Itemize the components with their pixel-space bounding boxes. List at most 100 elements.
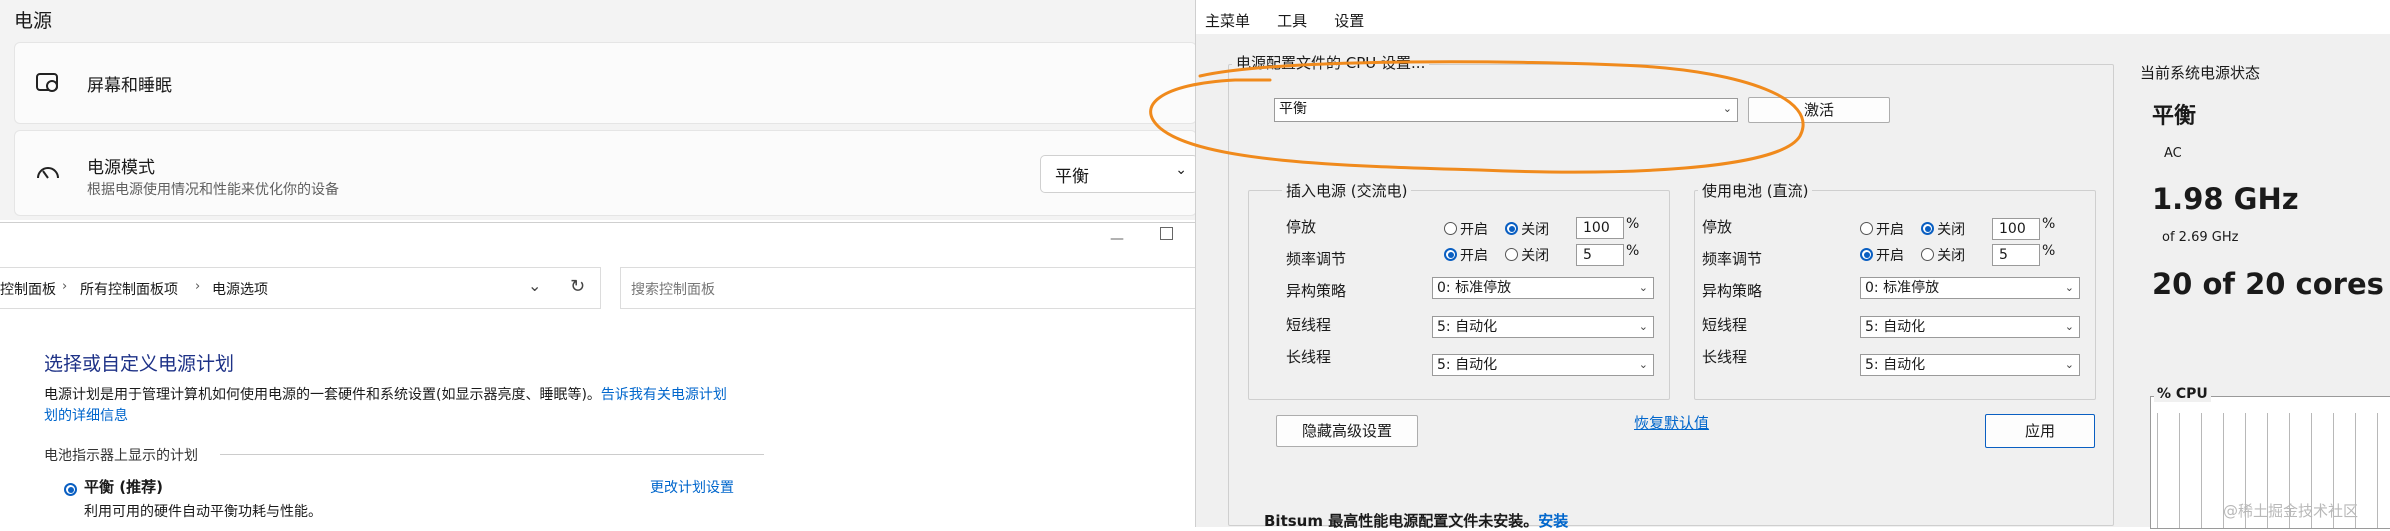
- ac-freq-unit: %: [1626, 243, 1640, 259]
- ac-short-select[interactable]: 5: 自动化 ⌄: [1432, 316, 1654, 338]
- status-title: 当前系统电源状态: [2140, 64, 2261, 82]
- search-placeholder: 搜索控制面板: [631, 282, 715, 298]
- ac-park-on-radio[interactable]: [1444, 222, 1457, 235]
- learn-more-link-continued[interactable]: 划的详细信息: [44, 408, 128, 424]
- status-frequency-max: of 2.69 GHz: [2162, 230, 2239, 245]
- apply-button[interactable]: 应用: [1985, 414, 2095, 448]
- dc-long-label: 长线程: [1702, 348, 1748, 366]
- chevron-down-icon[interactable]: ⌄: [528, 276, 541, 295]
- dc-park-label: 停放: [1702, 218, 1733, 236]
- battery-meter-label: 电池指示器上显示的计划: [44, 448, 198, 464]
- power-mode-label: 电源模式: [87, 158, 155, 178]
- ac-park-radios: 开启 关闭: [1444, 218, 1561, 239]
- plan-radio[interactable]: [64, 479, 77, 498]
- divider: [220, 454, 764, 455]
- ac-long-label: 长线程: [1286, 348, 1332, 366]
- status-frequency: 1.98 GHz: [2152, 182, 2299, 216]
- ac-park-off-label: 关闭: [1521, 221, 1550, 238]
- dc-park-off-label: 关闭: [1937, 221, 1966, 238]
- cpu-grid-line: [2179, 413, 2180, 528]
- change-plan-settings-link[interactable]: 更改计划设置: [650, 477, 734, 497]
- dc-short-select[interactable]: 5: 自动化 ⌄: [1860, 316, 2080, 338]
- status-plan: 平衡: [2152, 104, 2197, 129]
- ac-freq-radios: 开启 关闭: [1444, 244, 1561, 265]
- cpu-grid-line: [2201, 413, 2202, 528]
- dc-hetero-select[interactable]: 0: 标准停放 ⌄: [1860, 277, 2080, 299]
- ac-hetero-select[interactable]: 0: 标准停放 ⌄: [1432, 277, 1654, 299]
- footer-notice-text: Bitsum 最高性能电源配置文件未安装。: [1264, 512, 1539, 530]
- ac-freq-on-radio[interactable]: [1444, 248, 1457, 261]
- breadcrumb-item[interactable]: 电源选项: [212, 279, 268, 299]
- ac-freq-off-radio[interactable]: [1505, 248, 1519, 261]
- dc-park-unit: %: [2042, 216, 2056, 232]
- chevron-down-icon: ⌄: [1638, 358, 1648, 371]
- ac-hetero-label: 异构策略: [1286, 282, 1347, 300]
- breadcrumb-item[interactable]: 所有控制面板项: [80, 279, 178, 299]
- plan-description-text: 电源计划是用于管理计算机如何使用电源的一套硬件和系统设置(如显示器亮度、睡眠等)…: [44, 387, 601, 403]
- cpu-grid-line: [2377, 413, 2378, 528]
- control-panel-window: — 控制面板 › 所有控制面板项 › 电源选项 ⌄ ↻ 搜索控制面板 选择或自定…: [0, 222, 1197, 528]
- status-cores: 20 of 20 cores: [2152, 267, 2384, 301]
- cpu-grid-line: [2157, 413, 2158, 528]
- breadcrumb-separator-icon: ›: [62, 279, 68, 294]
- ac-freq-percent-input[interactable]: 5: [1576, 244, 1624, 266]
- breadcrumb-item[interactable]: 控制面板: [0, 279, 56, 299]
- hide-advanced-button[interactable]: 隐藏高级设置: [1276, 415, 1418, 447]
- dc-freq-percent-input[interactable]: 5: [1992, 244, 2040, 266]
- dc-long-value: 5: 自动化: [1865, 357, 1926, 373]
- menu-item-tools[interactable]: 工具: [1277, 12, 1307, 30]
- screen-sleep-card[interactable]: 屏幕和睡眠: [14, 42, 1197, 124]
- ac-park-unit: %: [1626, 216, 1640, 232]
- dc-hetero-value: 0: 标准停放: [1865, 280, 1940, 296]
- dc-freq-on-radio[interactable]: [1860, 248, 1873, 261]
- screen-sleep-label: 屏幕和睡眠: [87, 76, 172, 96]
- dc-long-select[interactable]: 5: 自动化 ⌄: [1860, 354, 2080, 376]
- dc-short-label: 短线程: [1702, 316, 1748, 334]
- ac-short-label: 短线程: [1286, 316, 1332, 334]
- maximize-icon[interactable]: [1160, 227, 1173, 240]
- dc-park-off-radio[interactable]: [1921, 222, 1935, 235]
- ac-short-value: 5: 自动化: [1437, 319, 1498, 335]
- ac-freq-on-label: 开启: [1460, 247, 1488, 264]
- plan-desc: 利用可用的硬件自动平衡功耗与性能。: [84, 504, 322, 520]
- dc-short-value: 5: 自动化: [1865, 319, 1926, 335]
- ac-hetero-value: 0: 标准停放: [1437, 280, 1512, 296]
- restore-defaults-link[interactable]: 恢复默认值: [1634, 412, 1709, 433]
- ac-park-on-label: 开启: [1460, 221, 1488, 238]
- learn-more-link[interactable]: 告诉我有关电源计划: [601, 387, 727, 403]
- ac-long-select[interactable]: 5: 自动化 ⌄: [1432, 354, 1654, 376]
- dc-park-on-radio[interactable]: [1860, 222, 1873, 235]
- install-link[interactable]: 安装: [1538, 512, 1568, 530]
- page-title: 电源: [14, 10, 53, 32]
- status-source: AC: [2164, 146, 2182, 161]
- search-input[interactable]: 搜索控制面板: [620, 267, 1197, 309]
- plan-description: 电源计划是用于管理计算机如何使用电源的一套硬件和系统设置(如显示器亮度、睡眠等)…: [44, 385, 764, 427]
- breadcrumb-separator-icon: ›: [195, 279, 201, 294]
- ac-park-off-radio[interactable]: [1505, 222, 1519, 235]
- menu-item-main[interactable]: 主菜单: [1205, 12, 1250, 30]
- gauge-icon: [35, 161, 61, 187]
- dc-freq-on-label: 开启: [1876, 247, 1904, 264]
- menu-item-settings[interactable]: 设置: [1334, 12, 1364, 30]
- power-mode-value: 平衡: [1055, 167, 1089, 187]
- orange-highlight-annotation: [1149, 60, 1805, 174]
- chevron-down-icon: ⌄: [2064, 281, 2074, 294]
- dc-freq-off-radio[interactable]: [1921, 248, 1935, 261]
- screen-sleep-icon: [35, 71, 61, 99]
- address-bar[interactable]: 控制面板 › 所有控制面板项 › 电源选项 ⌄ ↻: [0, 267, 601, 309]
- settings-window: 电源 屏幕和睡眠 电源模式 根据电源使用情况和性能来优化你的设备 平衡 ⌄: [0, 0, 1198, 220]
- refresh-icon[interactable]: ↻: [570, 276, 585, 297]
- minimize-icon[interactable]: —: [1110, 231, 1124, 247]
- dc-freq-off-label: 关闭: [1937, 247, 1966, 264]
- dc-park-percent-input[interactable]: 100: [1992, 218, 2040, 240]
- dc-freq-label: 频率调节: [1702, 250, 1763, 268]
- cpu-usage-label: % CPU: [2154, 386, 2211, 402]
- ac-freq-label: 频率调节: [1286, 250, 1347, 268]
- chevron-down-icon: ⌄: [1638, 281, 1648, 294]
- watermark: @稀土掘金技术社区: [2223, 502, 2359, 520]
- dc-freq-unit: %: [2042, 243, 2056, 259]
- ac-park-percent-input[interactable]: 100: [1576, 217, 1624, 239]
- plan-name: 平衡 (推荐): [84, 478, 163, 496]
- dc-freq-radios: 开启 关闭: [1860, 244, 1977, 265]
- dc-park-on-label: 开启: [1876, 221, 1904, 238]
